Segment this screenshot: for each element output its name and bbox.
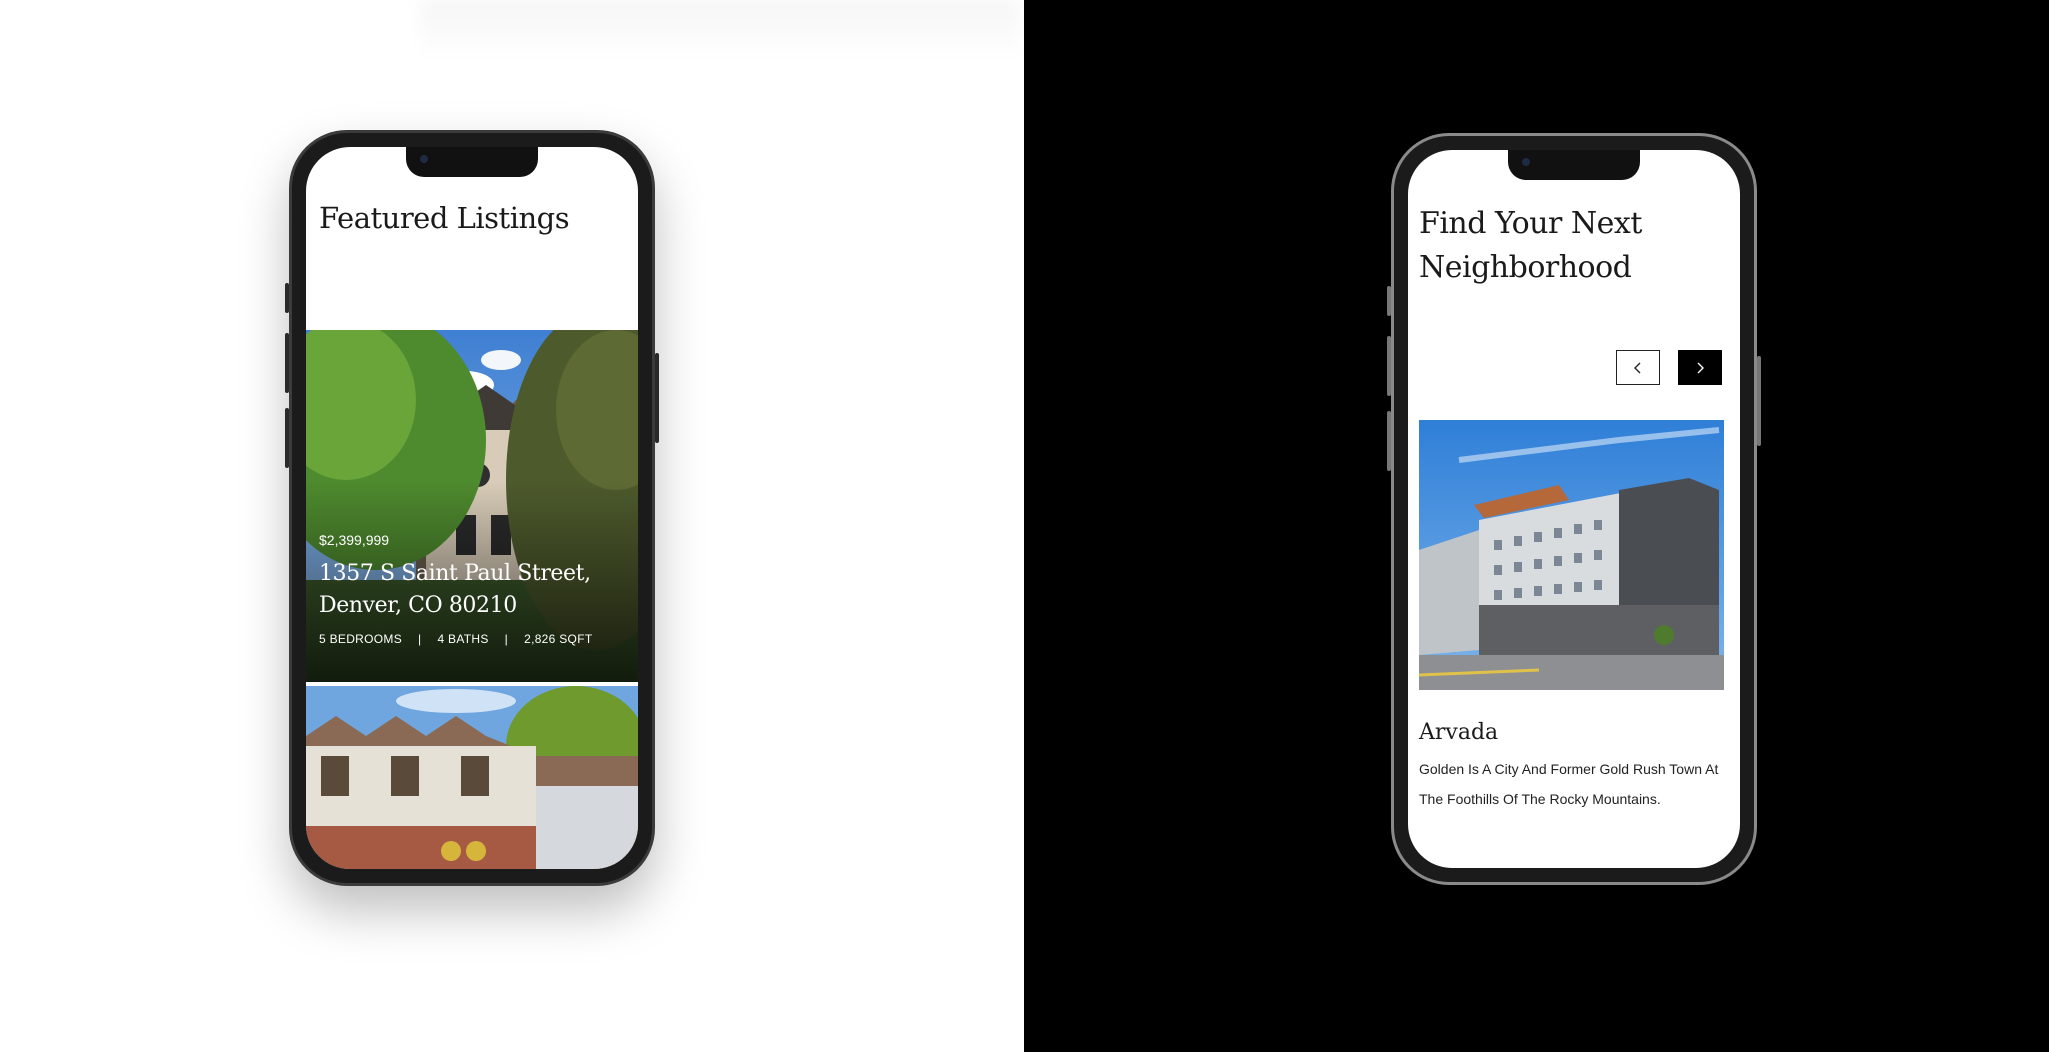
listing-stats: 5 BEDROOMS | 4 BATHS | 2,826 SQFT: [319, 632, 592, 646]
phone-notch: [406, 147, 538, 177]
listing-bedrooms: 5 BEDROOMS: [319, 632, 403, 646]
phone-mute-switch: [285, 283, 289, 313]
stat-separator: |: [504, 632, 509, 646]
neighborhood-photo[interactable]: [1419, 420, 1724, 690]
listing-card[interactable]: [306, 686, 638, 869]
front-camera: [420, 155, 428, 163]
page-title: Find Your Next Neighborhood: [1419, 206, 1642, 285]
listing-photo-house: [306, 686, 638, 869]
previous-button[interactable]: [1616, 350, 1660, 385]
chevron-left-icon: [1634, 362, 1641, 373]
phone-mockup-featured: Featured Listings $2,399,999 1357 S Sain…: [285, 130, 659, 886]
phone-screen: Find Your Next Neighborhood Arvada Golde…: [1408, 150, 1740, 868]
phone-volume-up: [1387, 336, 1391, 396]
chevron-right-icon: [1697, 362, 1704, 373]
phone-volume-down: [1387, 411, 1391, 471]
front-camera: [1522, 158, 1530, 166]
listing-baths: 4 BATHS: [437, 632, 489, 646]
next-button[interactable]: [1678, 350, 1722, 385]
phone-screen: Featured Listings $2,399,999 1357 S Sain…: [306, 147, 638, 869]
neighborhood-description: Golden Is A City And Former Gold Rush To…: [1419, 761, 1719, 807]
neighborhood-name: Arvada: [1419, 720, 1499, 745]
phone-notch: [1508, 150, 1640, 180]
phone-mute-switch: [1387, 286, 1391, 316]
phone-mockup-neighborhood: Find Your Next Neighborhood Arvada Golde…: [1387, 133, 1761, 885]
neighborhood-photo-building: [1419, 420, 1724, 690]
phone-volume-up: [285, 333, 289, 393]
page-title: Featured Listings: [319, 201, 570, 235]
top-shadow: [420, 0, 1020, 60]
listing-sqft: 2,826 SQFT: [524, 632, 593, 646]
stat-separator: |: [418, 632, 422, 646]
phone-volume-down: [285, 408, 289, 468]
listing-price: $2,399,999: [319, 532, 390, 548]
phone-power-button: [1757, 356, 1761, 446]
listing-address[interactable]: 1357 S Saint Paul Street, Denver, CO 802…: [319, 558, 619, 622]
phone-power-button: [655, 353, 659, 443]
listing-card[interactable]: $2,399,999 1357 S Saint Paul Street, Den…: [306, 330, 638, 682]
